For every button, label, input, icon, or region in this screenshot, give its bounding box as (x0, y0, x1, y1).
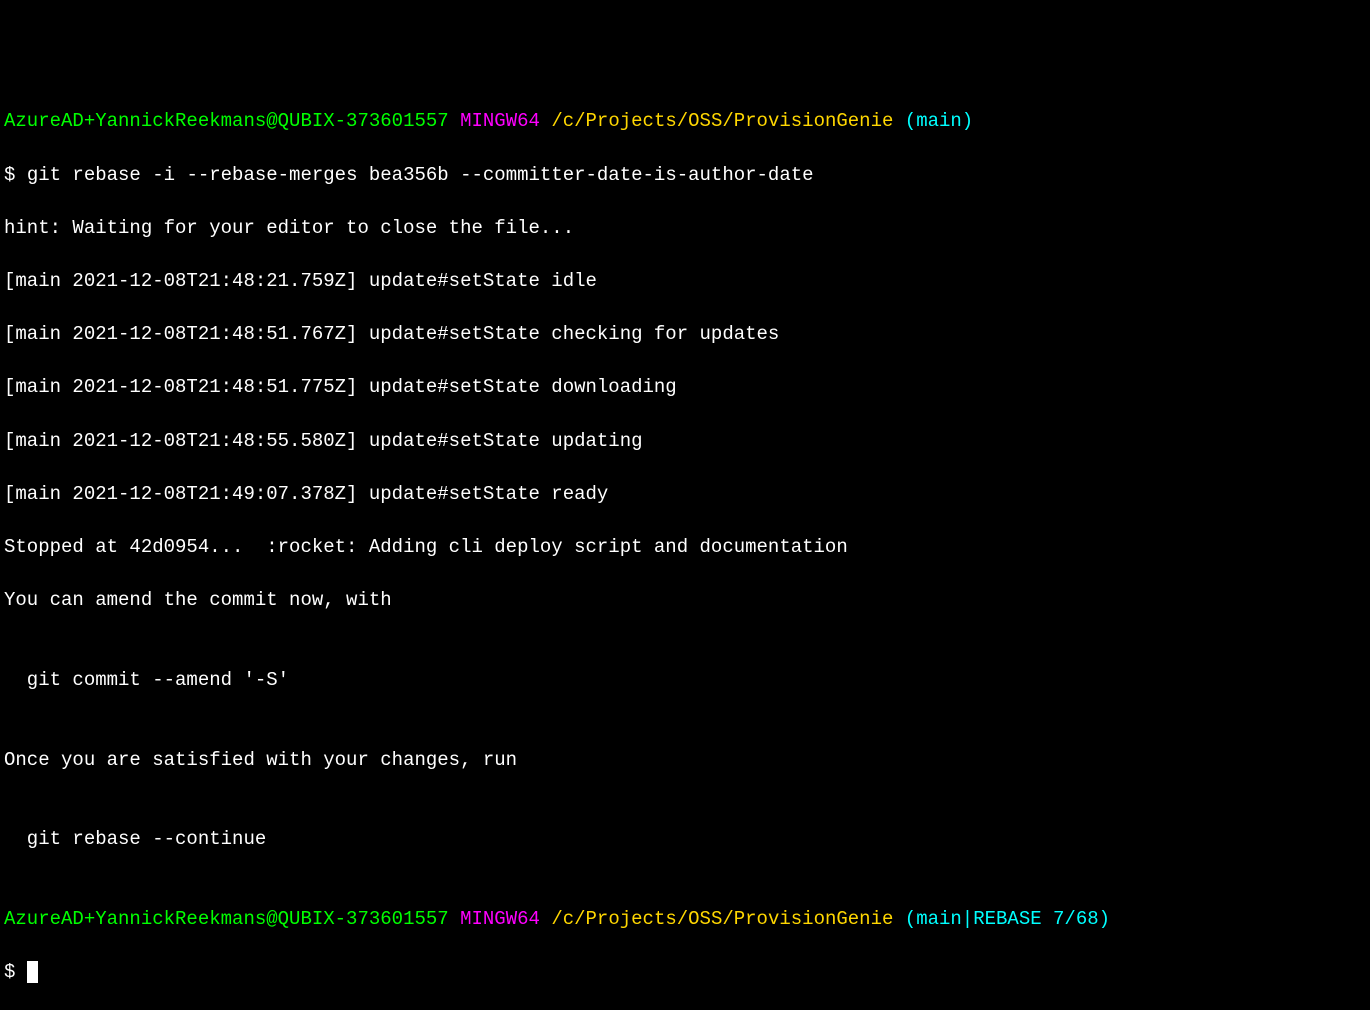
cursor-icon (27, 961, 38, 983)
output-log-2: [main 2021-12-08T21:48:51.767Z] update#s… (4, 321, 1366, 348)
command-line-1[interactable]: $ git rebase -i --rebase-merges bea356b … (4, 162, 1366, 189)
output-hint: hint: Waiting for your editor to close t… (4, 215, 1366, 242)
prompt-environment: MINGW64 (460, 908, 540, 930)
prompt-git-branch: (main) (905, 110, 973, 132)
output-log-4: [main 2021-12-08T21:48:55.580Z] update#s… (4, 428, 1366, 455)
output-log-1: [main 2021-12-08T21:48:21.759Z] update#s… (4, 268, 1366, 295)
output-amend-hint: You can amend the commit now, with (4, 587, 1366, 614)
prompt-user-host: AzureAD+YannickReekmans@QUBIX-373601557 (4, 110, 449, 132)
command-line-2[interactable]: $ (4, 959, 1366, 986)
output-log-5: [main 2021-12-08T21:49:07.378Z] update#s… (4, 481, 1366, 508)
prompt-line-1: AzureAD+YannickReekmans@QUBIX-373601557 … (4, 108, 1366, 135)
prompt-working-directory: /c/Projects/OSS/ProvisionGenie (551, 908, 893, 930)
prompt-working-directory: /c/Projects/OSS/ProvisionGenie (551, 110, 893, 132)
prompt-dollar: $ (4, 961, 27, 983)
output-log-3: [main 2021-12-08T21:48:51.775Z] update#s… (4, 374, 1366, 401)
command-text: git rebase -i --rebase-merges bea356b --… (27, 164, 814, 186)
output-amend-command: git commit --amend '-S' (4, 667, 1366, 694)
output-stopped-at: Stopped at 42d0954... :rocket: Adding cl… (4, 534, 1366, 561)
prompt-dollar: $ (4, 164, 27, 186)
prompt-line-2: AzureAD+YannickReekmans@QUBIX-373601557 … (4, 906, 1366, 933)
prompt-environment: MINGW64 (460, 110, 540, 132)
prompt-git-branch-rebase: (main|REBASE 7/68) (905, 908, 1110, 930)
prompt-user-host: AzureAD+YannickReekmans@QUBIX-373601557 (4, 908, 449, 930)
output-continue-command: git rebase --continue (4, 826, 1366, 853)
output-continue-hint: Once you are satisfied with your changes… (4, 747, 1366, 774)
